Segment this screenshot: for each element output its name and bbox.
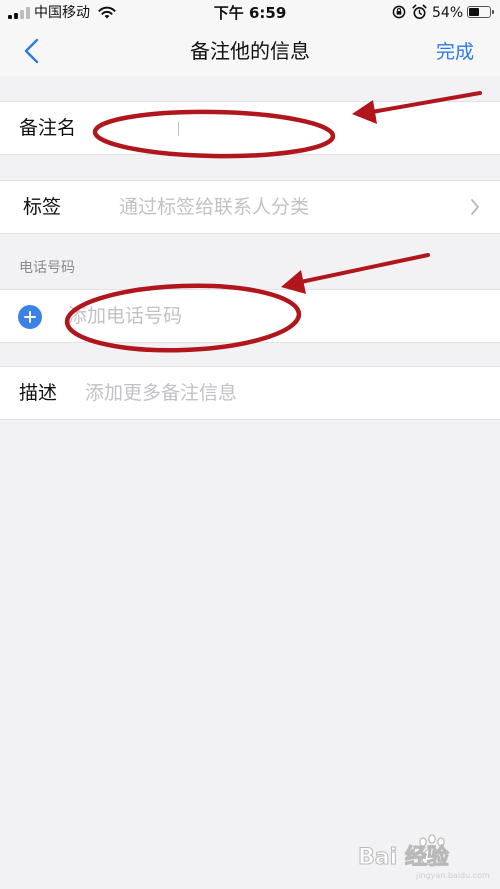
- page-title: 备注他的信息: [190, 39, 310, 63]
- battery-level-fill: [469, 8, 479, 16]
- tags-label: 标签: [23, 196, 62, 218]
- battery-icon: [467, 6, 494, 18]
- watermark-text: Bai 经验: [358, 844, 449, 870]
- add-phone-row[interactable]: [0, 289, 500, 343]
- tags-placeholder: 通过标签给联系人分类: [119, 196, 310, 218]
- navigation-bar: 备注他的信息 完成: [0, 26, 500, 76]
- add-phone-input[interactable]: [68, 301, 468, 331]
- remark-name-input[interactable]: [110, 113, 470, 143]
- annotation-arrow-shaft: [294, 253, 430, 285]
- battery-percent: 54%: [432, 5, 464, 21]
- plus-circle-icon[interactable]: [18, 305, 42, 329]
- remark-name-label: 备注名: [19, 117, 77, 139]
- description-input[interactable]: [85, 378, 475, 408]
- tags-row[interactable]: 标签 通过标签给联系人分类: [0, 180, 500, 234]
- description-label: 描述: [19, 382, 58, 404]
- watermark-subtext: jingyan.baidu.com: [415, 871, 490, 880]
- alarm-icon: [412, 4, 427, 19]
- done-button[interactable]: 完成: [436, 39, 474, 65]
- chevron-right-icon: [471, 199, 479, 215]
- baidu-jingyan-watermark: Bai 经验 jingyan.baidu.com: [358, 834, 490, 880]
- status-bar: 中国移动 下午 6:59 54%: [0, 0, 500, 26]
- description-row[interactable]: 描述: [0, 366, 500, 420]
- phone-section-title: 电话号码: [19, 260, 75, 276]
- remark-name-row[interactable]: 备注名: [0, 101, 500, 155]
- text-cursor: [178, 122, 179, 136]
- rotation-lock-icon: [392, 5, 406, 19]
